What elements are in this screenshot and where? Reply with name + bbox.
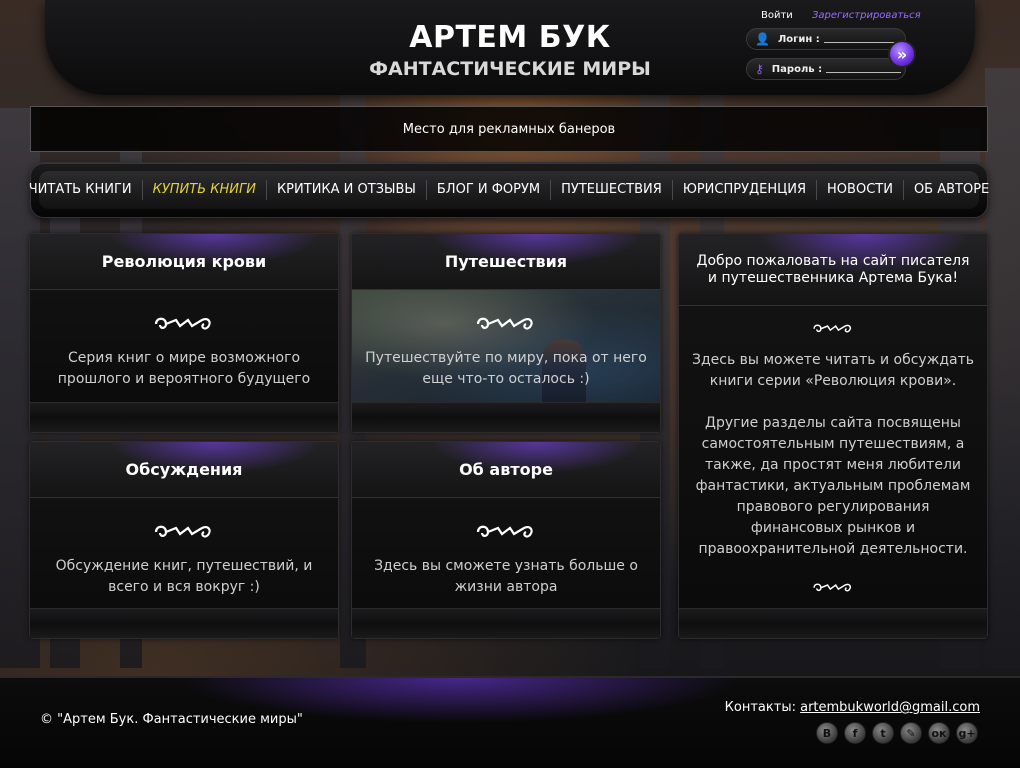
panel-footer — [679, 608, 987, 638]
livejournal-icon[interactable]: ✎ — [900, 722, 922, 744]
ornament-icon — [813, 582, 852, 592]
social-icons: Bf t ✎ ок g+ — [816, 722, 978, 744]
panel-description: Путешествуйте по миру, пока от него еще … — [365, 350, 647, 387]
nav-item[interactable]: БЛОГ И ФОРУМ — [425, 180, 550, 200]
panel-title[interactable]: Об авторе — [352, 442, 660, 498]
login-link[interactable]: Войти — [761, 10, 793, 21]
user-icon: 👤 — [755, 32, 770, 46]
panel-title[interactable]: Революция крови — [30, 234, 338, 290]
twitter-icon[interactable]: t — [872, 722, 894, 744]
login-submit-button[interactable]: » — [888, 40, 916, 68]
panel-footer — [30, 608, 338, 638]
panel-description: Здесь вы сможете узнать больше о жизни а… — [374, 558, 638, 595]
nav-item[interactable]: ПУТЕШЕСТВИЯ — [550, 180, 672, 200]
footer: © "Артем Бук. Фантастические миры" Конта… — [0, 676, 1020, 768]
nav-bar: ЧИТАТЬ КНИГИ КУПИТЬ КНИГИ КРИТИКА И ОТЗЫВЫ… — [29, 171, 989, 209]
register-link[interactable]: Зарегистрироваться — [812, 10, 921, 21]
copyright: © "Артем Бук. Фантастические миры" — [40, 712, 303, 727]
panel-title[interactable]: Обсуждения — [30, 442, 338, 498]
panel-welcome: Добро пожаловать на сайт писателя и путе… — [678, 233, 988, 639]
nav-item[interactable]: КРИТИКА И ОТЗЫВЫ — [265, 180, 426, 200]
nav-item[interactable]: ОБ АВТОРЕ — [902, 180, 999, 200]
contacts: Контакты: artembukworld@gmail.com — [725, 700, 980, 715]
panel-title[interactable]: Путешествия — [352, 234, 660, 290]
panel-revolution[interactable]: Революция крови Серия книг о мире возмож… — [29, 233, 339, 433]
arrow-right-icon: » — [896, 44, 908, 64]
welcome-paragraph-1: Здесь вы можете читать и обсуждать книги… — [692, 351, 974, 389]
nav-item[interactable]: ЧИТАТЬ КНИГИ — [19, 180, 142, 200]
ad-banner-text: Место для рекламных банеров — [402, 121, 616, 137]
email-link[interactable]: artembukworld@gmail.com — [800, 700, 980, 715]
nav-item[interactable]: КУПИТЬ КНИГИ — [141, 180, 266, 200]
nav-item[interactable]: ЮРИСПРУДЕНЦИЯ — [671, 180, 816, 200]
password-field[interactable]: ⚷ Пароль : — [746, 58, 906, 80]
ornament-icon — [476, 317, 533, 330]
contacts-label: Контакты: — [724, 700, 796, 715]
panel-footer — [352, 402, 660, 432]
ad-banner[interactable]: Место для рекламных банеров — [30, 106, 988, 152]
ornament-icon — [813, 324, 852, 333]
key-icon: ⚷ — [755, 62, 764, 76]
welcome-title: Добро пожаловать на сайт писателя и путе… — [679, 234, 987, 306]
panel-footer — [30, 402, 338, 432]
login-field[interactable]: 👤 Логин : — [746, 28, 906, 50]
panel-description: Серия книг о мире возможного прошлого и … — [57, 350, 311, 387]
panel-footer — [352, 608, 660, 638]
ornament-icon — [154, 525, 211, 538]
googleplus-icon[interactable]: g+ — [956, 722, 978, 744]
login-links: Войти Зарегистрироваться — [761, 10, 921, 21]
nav-item[interactable]: НОВОСТИ — [816, 180, 903, 200]
panel-discussions[interactable]: Обсуждения Обсуждение книг, путешествий,… — [29, 441, 339, 639]
panel-description: Обсуждение книг, путешествий, и всего и … — [55, 558, 313, 595]
welcome-paragraph-2: Другие разделы сайта посвящены самостоят… — [695, 414, 971, 557]
password-input[interactable] — [826, 65, 902, 73]
ornament-icon — [154, 317, 211, 330]
odnoklassniki-icon[interactable]: ок — [928, 722, 950, 744]
facebook-icon[interactable]: f — [844, 722, 866, 744]
ornament-icon — [476, 525, 533, 538]
password-label: Пароль : — [771, 63, 823, 75]
panel-about[interactable]: Об авторе Здесь вы сможете узнать больше… — [351, 441, 661, 639]
main-nav: ЧИТАТЬ КНИГИ КУПИТЬ КНИГИ КРИТИКА И ОТЗЫВЫ… — [29, 162, 989, 218]
login-label: Логин : — [777, 33, 820, 45]
vk-icon[interactable]: B — [816, 722, 838, 744]
login-input[interactable] — [823, 35, 899, 43]
panel-travel[interactable]: Путешествия Путешествуйте по миру, пока … — [351, 233, 661, 433]
